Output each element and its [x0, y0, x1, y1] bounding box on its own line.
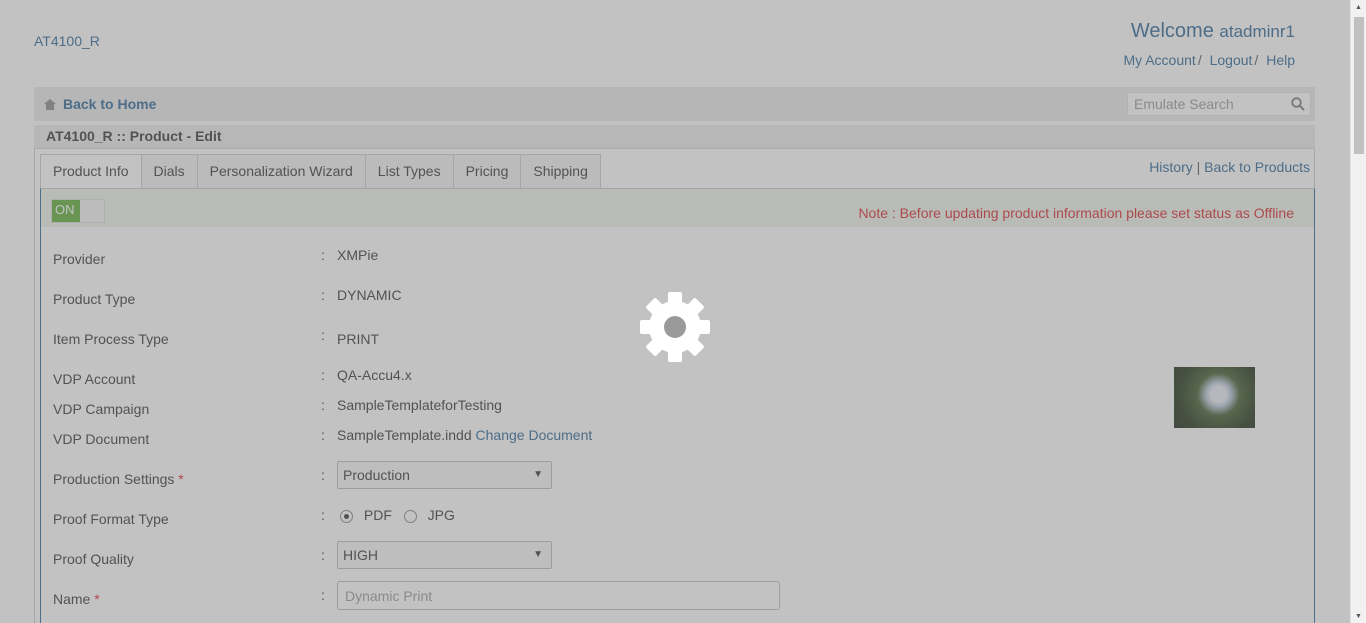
scrollbar-thumb[interactable] [1354, 17, 1364, 154]
gear-icon [640, 292, 710, 365]
page: AT4100_R Welcome atadminr1 My Account / L… [0, 0, 1350, 623]
scroll-down-icon[interactable]: ▼ [1355, 613, 1362, 620]
scroll-up-icon[interactable]: ▲ [1355, 4, 1362, 11]
vertical-scrollbar[interactable]: ▲ ▼ [1350, 0, 1366, 623]
